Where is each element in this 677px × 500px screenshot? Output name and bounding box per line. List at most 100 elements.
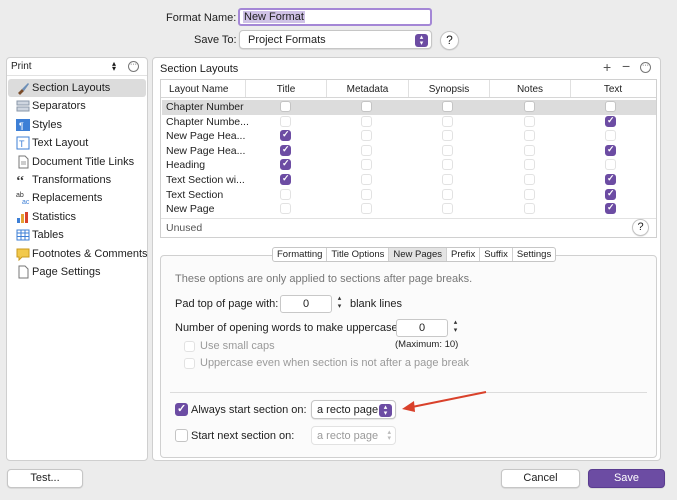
table-row[interactable]: New Page Hea... [162,144,656,159]
sidebar-item-styles[interactable]: ¶ Styles [8,116,146,134]
row-checkbox-metadata[interactable] [361,203,372,215]
row-checkbox-title[interactable] [280,188,291,200]
save-to-popup[interactable]: Project Formats ▴ ▾ [239,30,432,49]
table-row[interactable]: New Page [162,202,656,217]
row-checkbox-text[interactable] [605,173,616,185]
table-row[interactable]: Heading [162,158,656,173]
tab-suffix[interactable]: Suffix [480,248,513,261]
row-checkbox-notes[interactable] [524,174,535,185]
col-header-text[interactable]: Text [571,84,655,95]
row-checkbox-text[interactable] [605,144,616,156]
row-checkbox-title[interactable] [280,173,291,185]
pad-top-input[interactable]: 0 [280,295,332,313]
table-row[interactable]: Text Section wi... [162,173,656,188]
row-checkbox-notes[interactable] [524,203,535,215]
row-checkbox-metadata[interactable] [361,144,372,156]
row-checkbox-text[interactable] [605,115,616,127]
row-checkbox-text[interactable] [605,188,616,200]
layout-name: Heading [166,159,206,172]
row-checkbox-notes[interactable] [524,130,535,142]
start-next-checkbox[interactable] [175,429,188,442]
add-icon[interactable]: + [603,59,611,75]
row-checkbox-synopsis[interactable] [442,115,453,127]
styles-icon: ¶ [16,119,30,131]
row-checkbox-text[interactable] [605,202,616,215]
row-checkbox-metadata[interactable] [361,115,372,127]
col-header-notes[interactable]: Notes [490,84,570,95]
col-header-synopsis[interactable]: Synopsis [409,84,489,95]
row-checkbox-synopsis[interactable] [442,159,453,171]
sidebar-item-document-title-links[interactable]: Document Title Links [8,153,146,171]
sidebar-item-section-layouts[interactable]: Section Layouts [8,79,146,97]
row-checkbox-title[interactable] [280,203,291,215]
row-checkbox-synopsis[interactable] [442,130,453,142]
always-start-popup[interactable]: a recto page ▴ ▾ [311,400,396,419]
row-checkbox-title[interactable] [280,158,291,171]
sidebar-item-tables[interactable]: Tables [8,226,146,244]
sidebar-item-page-settings[interactable]: Page Settings [8,263,146,281]
row-checkbox-synopsis[interactable] [442,188,453,200]
sidebar-item-text-layout[interactable]: T Text Layout [8,134,146,152]
sidebar-mode-select[interactable]: Print [11,61,32,72]
row-checkbox-title[interactable] [280,144,291,156]
row-checkbox-notes[interactable] [524,101,535,112]
row-checkbox-text[interactable] [605,159,616,171]
mode-chevron-icon[interactable]: ▴ ▾ [112,60,116,73]
table-row[interactable]: Chapter Number [162,100,656,115]
tab-formatting[interactable]: Formatting [273,248,328,261]
sidebar-item-transformations[interactable]: ‘‘ Transformations [8,171,146,189]
sidebar-item-footnotes-comments[interactable]: Footnotes & Comments [8,245,148,263]
row-checkbox-metadata[interactable] [361,174,372,185]
table-row[interactable]: Chapter Numbe... [162,115,656,130]
start-next-popup[interactable]: a recto page ▴ ▾ [311,426,396,445]
tab-new-pages[interactable]: New Pages [389,248,447,261]
col-header-layout-name[interactable]: Layout Name [169,84,228,95]
more-options-icon[interactable]: ··· [128,61,139,72]
row-checkbox-metadata[interactable] [361,159,372,171]
format-name-input[interactable]: New Format [238,8,432,26]
remove-icon[interactable]: − [622,58,630,74]
help-button[interactable]: ? [440,31,459,50]
sidebar-item-replacements[interactable]: ab ac Replacements [8,189,146,207]
row-checkbox-notes[interactable] [524,159,535,171]
statistics-icon [17,212,28,223]
more-icon[interactable]: ··· [640,62,651,73]
uppercase-input[interactable]: 0 [396,319,448,337]
row-checkbox-title[interactable] [280,115,291,127]
row-checkbox-synopsis[interactable] [442,174,453,185]
small-caps-checkbox[interactable] [184,341,195,352]
row-checkbox-title[interactable] [280,101,291,112]
row-checkbox-synopsis[interactable] [442,144,453,156]
pad-top-stepper[interactable]: ▴ ▾ [335,295,344,313]
table-help-button[interactable]: ? [632,219,649,236]
always-start-checkbox[interactable] [175,402,188,416]
table-row[interactable]: Text Section [162,188,656,203]
row-checkbox-metadata[interactable] [361,188,372,200]
sidebar-item-statistics[interactable]: Statistics [8,208,146,226]
uppercase-stepper[interactable]: ▴ ▾ [451,319,460,337]
tab-title-options[interactable]: Title Options [327,248,390,261]
uppercase-even-checkbox[interactable] [184,358,195,369]
tab-prefix[interactable]: Prefix [447,248,481,261]
chevron-updown-icon: ▴ ▾ [387,429,391,442]
row-checkbox-metadata[interactable] [361,130,372,142]
sidebar-item-separators[interactable]: Separators [8,97,146,115]
row-checkbox-metadata[interactable] [361,101,372,112]
col-header-metadata[interactable]: Metadata [327,84,408,95]
cancel-button[interactable]: Cancel [501,469,580,488]
row-checkbox-text[interactable] [605,101,616,112]
chevron-updown-icon: ▴ ▾ [379,404,392,417]
page-icon [18,265,29,279]
row-checkbox-text[interactable] [605,130,616,142]
col-header-title[interactable]: Title [246,84,326,95]
row-checkbox-synopsis[interactable] [442,101,453,112]
row-checkbox-synopsis[interactable] [442,203,453,215]
test-button[interactable]: Test... [7,469,83,488]
save-button[interactable]: Save [588,469,665,488]
table-row[interactable]: New Page Hea... [162,129,656,144]
row-checkbox-notes[interactable] [524,115,535,127]
row-checkbox-title[interactable] [280,129,291,142]
tab-settings[interactable]: Settings [513,248,555,261]
row-checkbox-notes[interactable] [524,144,535,156]
row-checkbox-notes[interactable] [524,188,535,200]
